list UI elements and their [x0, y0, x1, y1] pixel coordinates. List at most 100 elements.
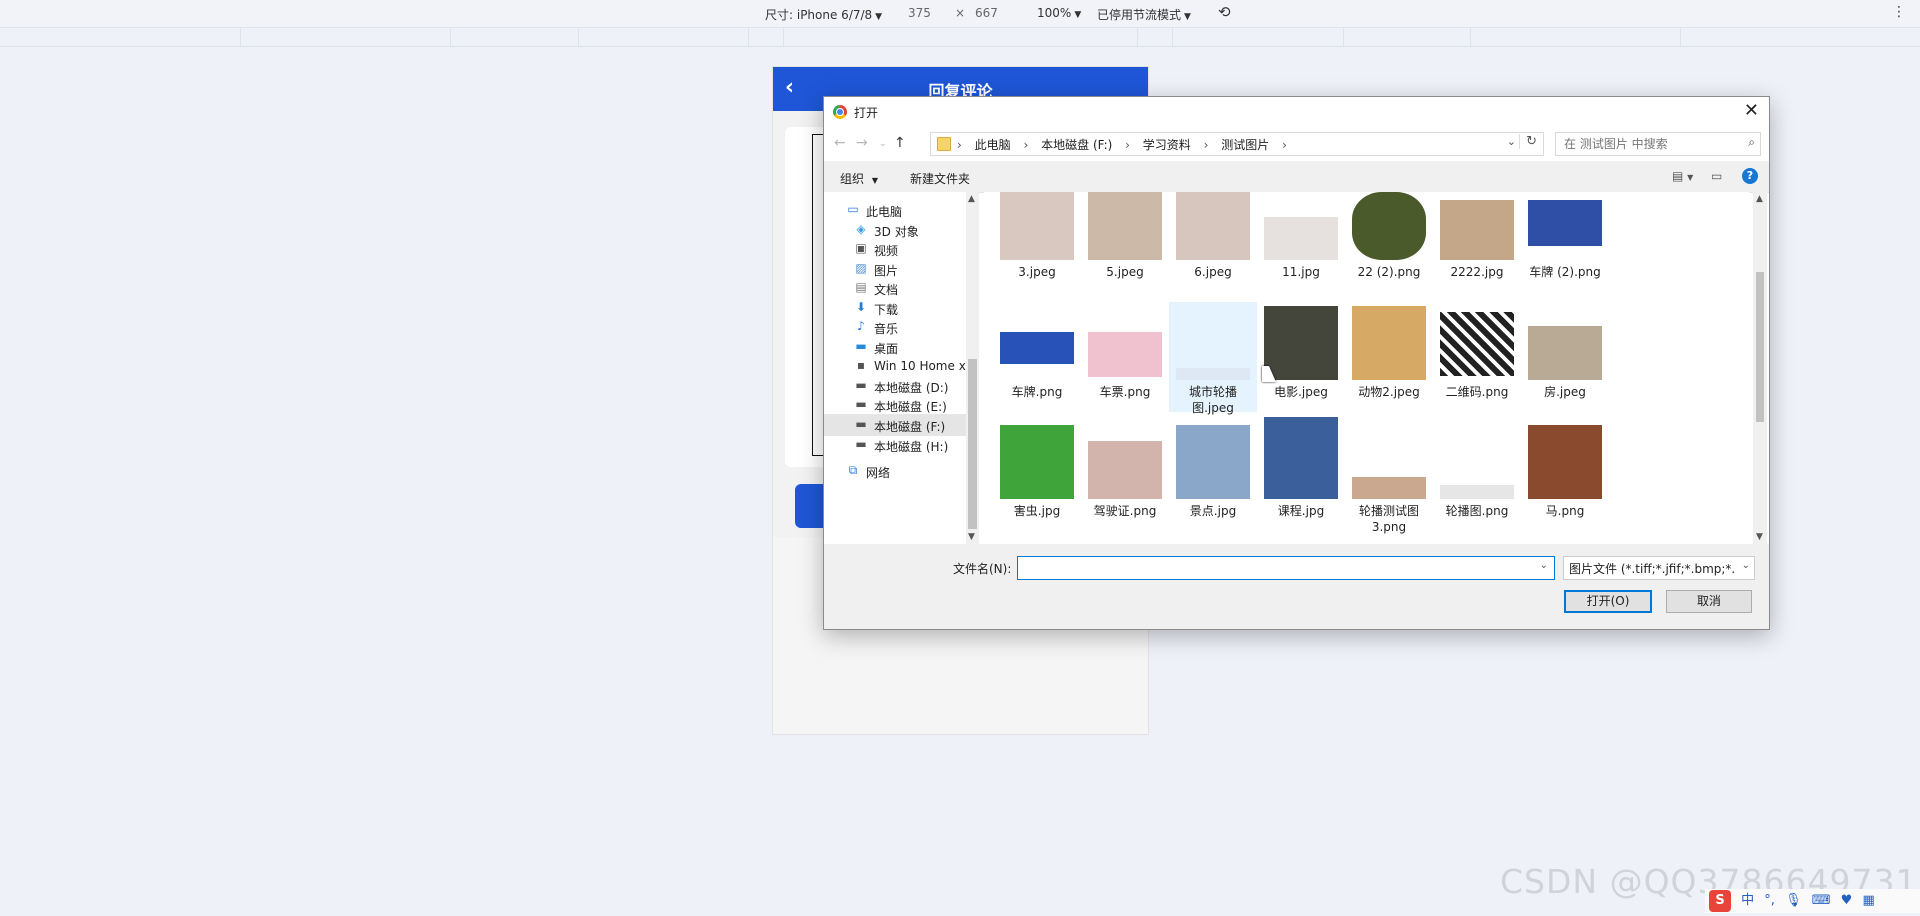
ruler-tick [748, 28, 749, 46]
chinese-mode-indicator[interactable]: 中 [1741, 893, 1754, 908]
tree-item-this-pc[interactable]: ▭ 此电脑 [824, 199, 966, 221]
tree-item-win10-home[interactable]: ▪ Win 10 Home x [824, 355, 966, 377]
tree-item-label: 网络 [866, 466, 891, 480]
file-item[interactable]: 22 (2).png [1345, 192, 1433, 292]
chevron-down-icon[interactable]: ⌄ [1540, 560, 1548, 571]
up-arrow-icon[interactable]: ↑ [894, 135, 906, 151]
drive-icon: ▬ [855, 397, 867, 411]
breadcrumb-item[interactable]: 测试图片 [1221, 138, 1269, 152]
device-toolbar: 尺寸: iPhone 6/7/8 ▼ 375 × 667 100% ▼ 已停用节流模… [0, 0, 1920, 28]
scroll-down-icon[interactable]: ▼ [1756, 532, 1763, 542]
tree-item-label: 视频 [874, 244, 899, 258]
breadcrumb-item[interactable]: 本地磁盘 (F:) [1041, 138, 1112, 152]
breadcrumb-item[interactable]: 学习资料 [1143, 138, 1191, 152]
dialog-footer: 文件名(N): ⌄ 图片文件 (*.tiff;*.jfif;*.bmp;*.gi… [824, 544, 1769, 629]
file-item[interactable]: 电影.jpeg [1257, 302, 1345, 412]
forward-arrow-icon[interactable]: → [856, 135, 868, 151]
file-thumbnail [1088, 192, 1162, 260]
tree-item-videos[interactable]: ▣ 视频 [824, 238, 966, 260]
download-icon: ⬇ [855, 300, 867, 314]
keyboard-icon[interactable]: ⌨ [1812, 893, 1831, 908]
file-item-selected[interactable]: 城市轮播图.jpeg [1169, 302, 1257, 415]
media-query-ruler [0, 28, 1920, 47]
tree-item-network[interactable]: ⧉ 网络 [824, 460, 966, 482]
file-list-scrollbar[interactable]: ▲ ▼ [1753, 192, 1767, 544]
scroll-up-icon[interactable]: ▲ [968, 194, 975, 204]
open-button[interactable]: 打开(O) [1564, 590, 1652, 613]
chevron-down-icon: ▼ [875, 12, 883, 22]
preview-pane-icon[interactable]: ▭ [1711, 169, 1722, 183]
file-item[interactable]: 驾驶证.png [1081, 421, 1169, 531]
file-item[interactable]: 景点.jpg [1169, 421, 1257, 531]
rotate-icon[interactable]: ⟲ [1218, 3, 1231, 21]
tree-item-drive-e[interactable]: ▬ 本地磁盘 (E:) [824, 394, 966, 416]
cancel-button[interactable]: 取消 [1666, 590, 1752, 613]
zoom-select[interactable]: 100% ▼ [1037, 6, 1081, 20]
scrollbar-thumb[interactable] [1756, 272, 1764, 422]
skin-icon[interactable]: ♥ [1841, 893, 1853, 908]
organize-button[interactable]: 组织 ▼ [840, 170, 878, 187]
file-item[interactable]: 马.png [1521, 421, 1609, 531]
scroll-down-icon[interactable]: ▼ [968, 532, 975, 542]
file-item[interactable]: 5.jpeg [1081, 192, 1169, 292]
new-folder-button[interactable]: 新建文件夹 [910, 170, 970, 187]
back-arrow-icon[interactable]: ← [834, 135, 846, 151]
file-thumbnail [1352, 192, 1426, 260]
file-item[interactable]: 车牌.png [993, 302, 1081, 412]
scroll-up-icon[interactable]: ▲ [1756, 194, 1763, 204]
file-thumbnail [1352, 477, 1426, 499]
file-item[interactable]: 6.jpeg [1169, 192, 1257, 292]
file-item[interactable]: 2222.jpg [1433, 192, 1521, 292]
throttle-select[interactable]: 已停用节流模式 ▼ [1097, 6, 1191, 23]
navigation-scrollbar[interactable]: ▲ ▼ [966, 192, 979, 544]
tree-item-drive-h[interactable]: ▬ 本地磁盘 (H:) [824, 434, 966, 456]
file-item[interactable]: 轮播测试图3.png [1345, 421, 1433, 534]
chevron-down-icon[interactable]: ⌄ [1507, 135, 1516, 148]
address-bar[interactable]: › 此电脑 › 本地磁盘 (F:) › 学习资料 › 测试图片 › ⌄ ↻ [930, 132, 1544, 156]
tree-item-drive-f[interactable]: ▬ 本地磁盘 (F:) [824, 414, 966, 436]
file-item[interactable]: 房.jpeg [1521, 302, 1609, 412]
view-options-icon[interactable]: ▤ ▼ [1672, 169, 1693, 183]
3d-objects-icon: ◈ [856, 222, 866, 236]
file-item[interactable]: 课程.jpg [1257, 417, 1345, 531]
open-file-dialog: 打开 ✕ ← → ⌄ ↑ › 此电脑 › 本地磁盘 (F:) › 学习资料 › … [823, 96, 1770, 630]
ruler-tick [1680, 28, 1681, 46]
punctuation-icon[interactable]: °, [1764, 893, 1775, 908]
device-select[interactable]: 尺寸: iPhone 6/7/8 ▼ [765, 6, 882, 23]
filename-field[interactable]: ⌄ [1017, 556, 1555, 580]
file-name: 车牌.png [1011, 385, 1063, 399]
tree-item-music[interactable]: ♪ 音乐 [824, 316, 966, 338]
microphone-icon[interactable]: 🎙 [1785, 893, 1802, 908]
search-input[interactable] [1562, 136, 1736, 152]
file-item[interactable]: 二维码.png [1433, 302, 1521, 412]
ruler-tick [1172, 28, 1173, 46]
search-icon[interactable]: ⌕ [1748, 135, 1755, 150]
close-icon[interactable]: ✕ [1744, 100, 1759, 121]
file-item[interactable]: 害虫.jpg [993, 421, 1081, 531]
help-icon[interactable]: ? [1742, 168, 1758, 184]
breadcrumb-separator: › [1023, 138, 1029, 152]
file-item[interactable]: 3.jpeg [993, 192, 1081, 292]
file-name: 轮播图.png [1445, 504, 1509, 518]
file-item[interactable]: 11.jpg [1257, 192, 1345, 292]
refresh-icon[interactable]: ↻ [1519, 134, 1537, 149]
scrollbar-thumb[interactable] [968, 359, 977, 529]
file-item[interactable]: 车牌 (2).png [1521, 192, 1609, 292]
recent-dropdown-icon[interactable]: ⌄ [879, 139, 887, 149]
filetype-select[interactable]: 图片文件 (*.tiff;*.jfif;*.bmp;*.gi ⌄ [1563, 556, 1755, 580]
file-item[interactable]: 动物2.jpeg [1345, 302, 1433, 412]
height-input[interactable]: 667 [975, 6, 998, 20]
width-input[interactable]: 375 [908, 6, 931, 20]
more-options-icon[interactable]: ⋮ [1892, 4, 1906, 20]
file-item[interactable]: 车票.png [1081, 302, 1169, 412]
chevron-down-icon: ▼ [871, 176, 878, 185]
sogou-ime-icon[interactable]: S [1709, 890, 1731, 912]
computer-icon: ▭ [847, 202, 859, 216]
file-thumbnail [1352, 306, 1426, 380]
file-item[interactable]: 轮播图.png [1433, 421, 1521, 531]
apps-icon[interactable]: ▦ [1862, 893, 1874, 908]
tree-item-documents[interactable]: ▤ 文档 [824, 277, 966, 299]
search-box[interactable]: ⌕ [1555, 132, 1761, 156]
breadcrumb-item[interactable]: 此电脑 [975, 138, 1011, 152]
filename-label: 文件名(N): [953, 562, 1012, 576]
